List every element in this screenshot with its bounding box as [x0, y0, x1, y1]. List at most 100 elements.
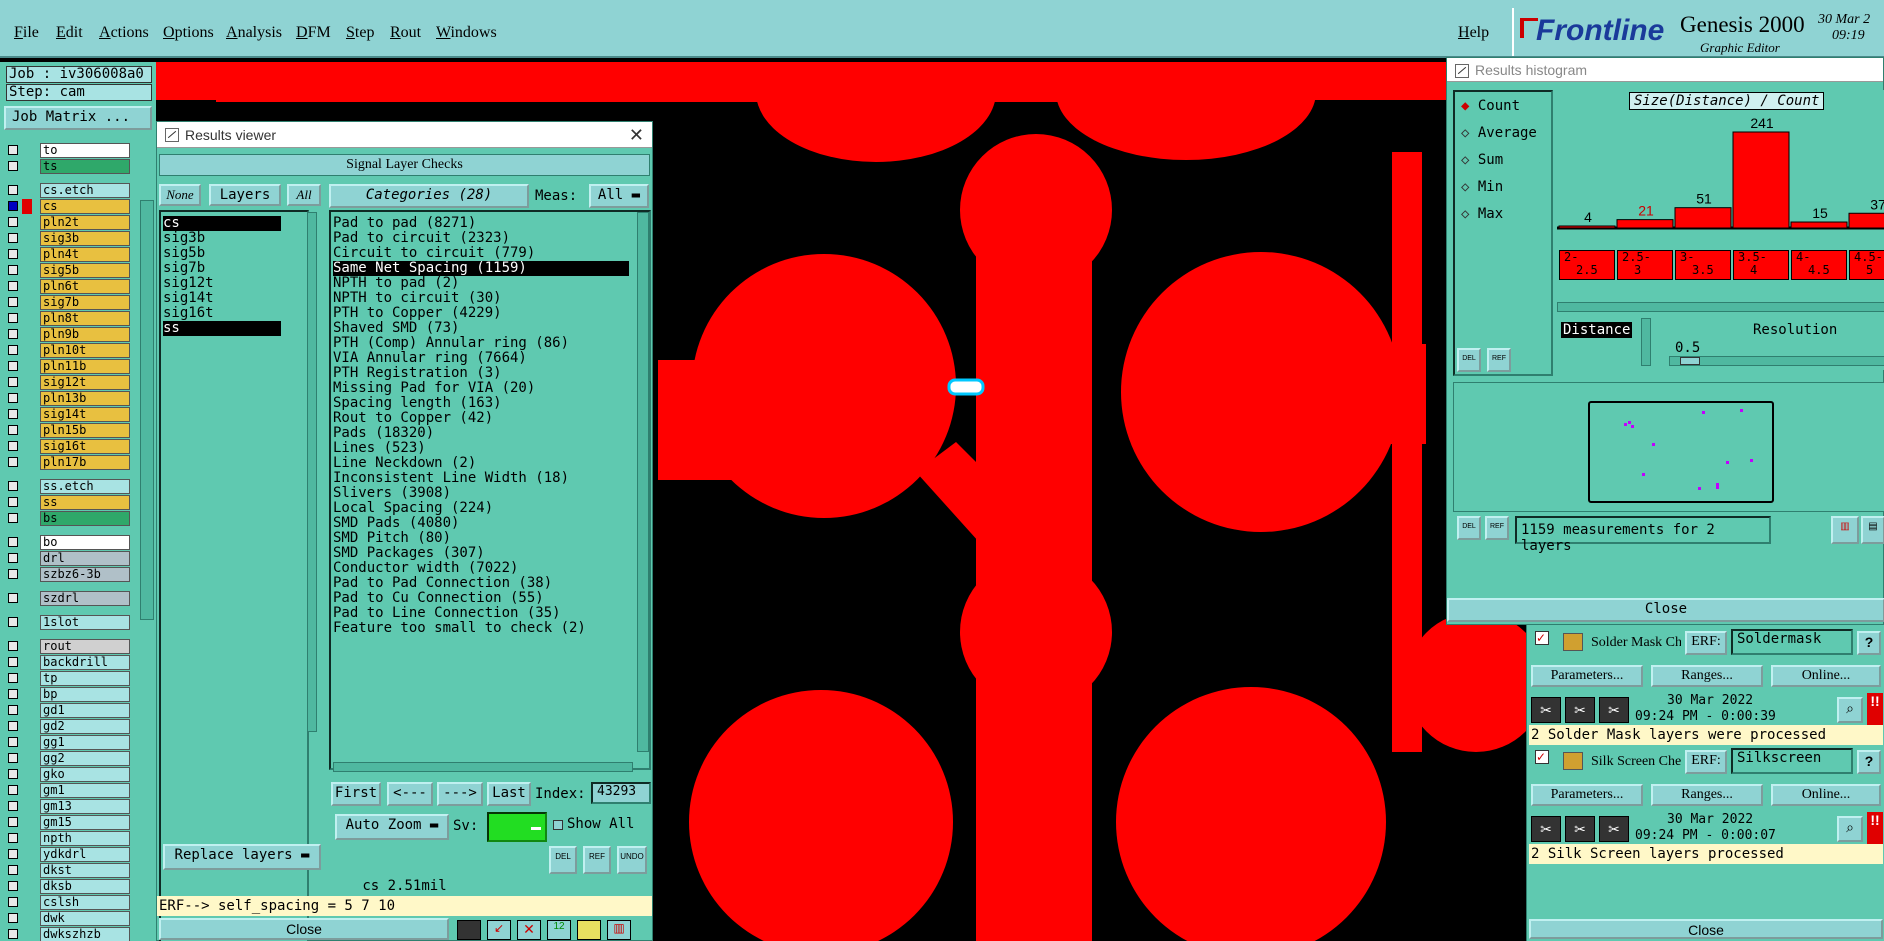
layer-row[interactable]: gm15 — [8, 815, 130, 830]
layer-row[interactable]: gd2 — [8, 719, 130, 734]
category-item[interactable]: PTH to Copper (4229) — [333, 306, 629, 321]
layer-row[interactable]: ts — [8, 159, 130, 174]
layer-name[interactable]: dwk — [40, 911, 130, 926]
prev-button[interactable]: <--- — [387, 782, 433, 806]
tool5-icon[interactable] — [577, 920, 601, 940]
run-all-icon[interactable]: ✂ — [1599, 697, 1629, 723]
category-item[interactable]: Same Net Spacing (1159) — [333, 261, 629, 276]
minimap[interactable] — [1588, 401, 1774, 503]
histogram-bar[interactable] — [1732, 131, 1790, 229]
layer-checkbox[interactable] — [8, 265, 18, 275]
layer-checkbox[interactable] — [8, 161, 18, 171]
layer-checkbox[interactable] — [8, 569, 18, 579]
layer-name[interactable]: gd2 — [40, 719, 130, 734]
category-item[interactable]: Pad to Cu Connection (55) — [333, 591, 629, 606]
result-layer-item[interactable]: ss — [163, 321, 281, 336]
layer-checkbox[interactable] — [8, 737, 18, 747]
layer-row[interactable]: sig12t — [8, 375, 130, 390]
layer-row[interactable]: pln17b — [8, 455, 130, 470]
parameters-button[interactable]: Parameters... — [1531, 665, 1643, 687]
layer-name[interactable]: ydkdrl — [40, 847, 130, 862]
next-button[interactable]: ---> — [437, 782, 483, 806]
check-enable-checkbox[interactable]: ✓ — [1535, 631, 1549, 645]
layer-name[interactable]: szbz6-3b — [40, 567, 130, 582]
layer-name[interactable]: backdrill — [40, 655, 130, 670]
category-item[interactable]: SMD Packages (307) — [333, 546, 629, 561]
layer-checkbox[interactable] — [8, 785, 18, 795]
result-layer-item[interactable]: sig12t — [163, 276, 281, 291]
layer-name[interactable]: sig14t — [40, 407, 130, 422]
histogram-bar[interactable] — [1674, 207, 1732, 229]
layers-button[interactable]: Layers — [209, 184, 281, 206]
erf-value-field[interactable]: Silkscreen — [1731, 748, 1853, 774]
tool6-icon[interactable]: ▥ — [607, 920, 631, 940]
category-item[interactable]: Missing Pad for VIA (20) — [333, 381, 629, 396]
category-item[interactable]: Pad to Line Connection (35) — [333, 606, 629, 621]
histogram-bar[interactable] — [1616, 219, 1674, 229]
ref-icon[interactable]: REF — [1487, 348, 1511, 372]
menu-help[interactable]: Help — [1458, 24, 1489, 42]
result-layer-item[interactable]: sig5b — [163, 246, 281, 261]
layer-row[interactable]: bo — [8, 535, 130, 550]
check-enable-checkbox[interactable]: ✓ — [1535, 750, 1549, 764]
menu-windows[interactable]: Windows — [436, 24, 497, 42]
category-item[interactable]: Feature too small to check (2) — [333, 621, 629, 636]
aggregate-option-min[interactable]: ◇ Min — [1461, 179, 1503, 195]
layer-checkbox[interactable] — [8, 409, 18, 419]
menu-rout[interactable]: Rout — [390, 24, 421, 42]
online-button[interactable]: Online... — [1771, 784, 1881, 806]
layer-checkbox[interactable] — [8, 657, 18, 667]
category-item[interactable]: Pads (18320) — [333, 426, 629, 441]
layer-row[interactable]: gm1 — [8, 783, 130, 798]
layer-row[interactable]: ydkdrl — [8, 847, 130, 862]
layer-row[interactable]: dkst — [8, 863, 130, 878]
layer-name[interactable]: bo — [40, 535, 130, 550]
layer-checkbox[interactable] — [8, 513, 18, 523]
layer-row[interactable]: pln11b — [8, 359, 130, 374]
ref-icon[interactable]: REF — [583, 846, 611, 874]
layer-name[interactable]: to — [40, 143, 130, 158]
layer-row[interactable]: gm13 — [8, 799, 130, 814]
category-item[interactable]: Pad to circuit (2323) — [333, 231, 629, 246]
layer-name[interactable]: pln13b — [40, 391, 130, 406]
layer-row[interactable]: sig14t — [8, 407, 130, 422]
layer-name[interactable]: sig16t — [40, 439, 130, 454]
category-item[interactable]: SMD Pads (4080) — [333, 516, 629, 531]
job-matrix-button[interactable]: Job Matrix ... — [4, 106, 152, 130]
layer-name[interactable]: cs.etch — [40, 183, 130, 198]
histogram-close-button[interactable]: Close — [1447, 598, 1884, 622]
first-button[interactable]: First — [331, 782, 381, 806]
layer-row[interactable]: npth — [8, 831, 130, 846]
show-all-checkbox[interactable] — [553, 820, 563, 830]
layer-row[interactable]: backdrill — [8, 655, 130, 670]
layer-row[interactable]: ss — [8, 495, 130, 510]
run-step-icon[interactable]: ✂ — [1565, 697, 1595, 723]
layer-checkbox[interactable] — [8, 345, 18, 355]
category-item[interactable]: PTH Registration (3) — [333, 366, 629, 381]
layer-checkbox[interactable] — [8, 233, 18, 243]
layer-checkbox[interactable] — [8, 457, 18, 467]
layer-checkbox[interactable] — [8, 377, 18, 387]
auto-zoom-dropdown[interactable]: Auto Zoom ▬ — [335, 814, 449, 840]
layer-name[interactable]: gg2 — [40, 751, 130, 766]
layer-row[interactable]: pln10t — [8, 343, 130, 358]
layer-name[interactable]: cslsh — [40, 895, 130, 910]
layer-checkbox[interactable] — [8, 705, 18, 715]
layer-row[interactable]: pln6t — [8, 279, 130, 294]
all-button[interactable]: All — [287, 184, 321, 206]
layer-row[interactable]: pln8t — [8, 311, 130, 326]
result-layer-item[interactable]: sig16t — [163, 306, 281, 321]
aggregate-option-count[interactable]: ◆ Count — [1461, 98, 1520, 114]
layer-row[interactable]: tp — [8, 671, 130, 686]
help-button[interactable]: ? — [1857, 631, 1881, 655]
layer-name[interactable]: rout — [40, 639, 130, 654]
category-item[interactable]: Pad to Pad Connection (38) — [333, 576, 629, 591]
layer-checkbox[interactable] — [8, 393, 18, 403]
layer-checkbox[interactable] — [8, 145, 18, 155]
tool2-icon[interactable]: ↙ — [487, 920, 511, 940]
layer-name[interactable]: dwkszhzb — [40, 927, 130, 941]
result-layer-item[interactable]: sig14t — [163, 291, 281, 306]
layer-name[interactable]: pln2t — [40, 215, 130, 230]
layer-checkbox[interactable] — [8, 833, 18, 843]
run-icon[interactable]: ✂ — [1531, 697, 1561, 723]
